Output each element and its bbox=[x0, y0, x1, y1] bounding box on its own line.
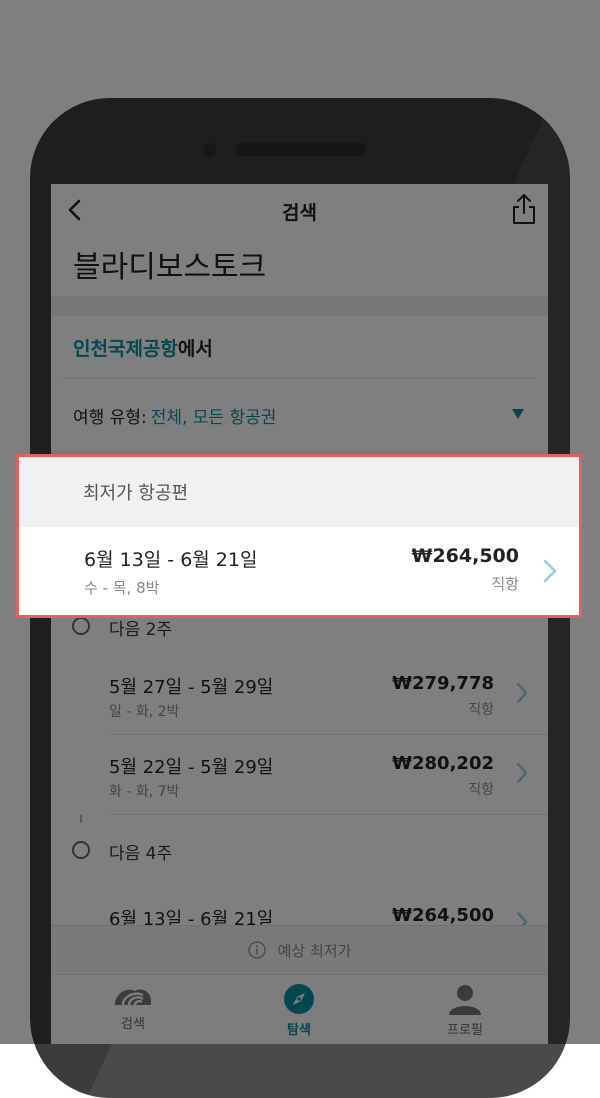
origin-suffix: 에서 bbox=[177, 337, 213, 360]
info-icon[interactable] bbox=[247, 941, 266, 959]
flight-dates: 6월 13일 - 6월 21일 bbox=[84, 549, 258, 571]
tab-label: 검색 bbox=[121, 1017, 145, 1032]
timeline-dot-icon bbox=[72, 841, 90, 859]
group-heading: 다음 4주 bbox=[51, 823, 548, 879]
flight-days: 화 - 화, 7박 bbox=[109, 784, 180, 800]
chevron-right-icon bbox=[543, 559, 557, 583]
flight-dates: 5월 22일 - 5월 29일 bbox=[109, 757, 274, 778]
flight-dates: 5월 27일 - 5월 29일 bbox=[109, 677, 274, 698]
person-icon bbox=[449, 985, 481, 1015]
flight-row[interactable]: 5월 22일 - 5월 29일 화 - 화, 7박 ₩280,202 직항 bbox=[51, 735, 548, 815]
timeline-dot-icon bbox=[72, 617, 90, 635]
flight-price: ₩280,202 bbox=[392, 753, 494, 774]
group-label: 다음 2주 bbox=[109, 620, 173, 640]
compass-icon bbox=[284, 984, 314, 1014]
forecast-bar: 예상 최저가 bbox=[51, 925, 548, 975]
flight-direct: 직항 bbox=[468, 782, 494, 798]
header: 검색 블라디보스토크 bbox=[51, 184, 548, 296]
tab-explore[interactable]: 탐색 bbox=[239, 975, 359, 1038]
page-title: 블라디보스토크 bbox=[73, 250, 267, 285]
tab-search[interactable]: 검색 bbox=[73, 975, 193, 1032]
trip-type-label: 여행 유형: bbox=[73, 407, 147, 428]
tab-bar: 검색 탐색 프로필 bbox=[51, 975, 548, 1044]
flight-days: 일 - 화, 2박 bbox=[109, 704, 180, 720]
nav-title: 검색 bbox=[282, 202, 317, 224]
origin-airport[interactable]: 인천국제공항 bbox=[73, 334, 178, 361]
chevron-right-icon bbox=[516, 762, 528, 784]
flight-price: ₩264,500 bbox=[392, 905, 494, 926]
flight-direct: 직항 bbox=[491, 575, 519, 593]
dropdown-triangle-icon[interactable] bbox=[512, 409, 524, 419]
flight-direct: 직항 bbox=[468, 702, 494, 718]
trip-type-selector[interactable]: 여행 유형: 전체, 모든 항공권 bbox=[63, 379, 536, 451]
trip-type-value[interactable]: 전체, 모든 항공권 bbox=[151, 403, 277, 428]
tab-label: 탐색 bbox=[287, 1023, 311, 1038]
tab-label: 프로필 bbox=[447, 1023, 483, 1038]
cheapest-heading: 최저가 항공편 bbox=[19, 457, 579, 527]
divider bbox=[51, 296, 548, 316]
share-icon[interactable] bbox=[510, 192, 538, 226]
chevron-right-icon bbox=[516, 682, 528, 704]
flight-row[interactable]: 5월 27일 - 5월 29일 일 - 화, 2박 ₩279,778 직항 bbox=[51, 655, 548, 735]
tab-profile[interactable]: 프로필 bbox=[405, 975, 525, 1038]
forecast-label: 예상 최저가 bbox=[277, 941, 352, 960]
speaker-grille bbox=[236, 142, 366, 156]
flight-price: ₩279,778 bbox=[392, 673, 494, 694]
cheapest-flight-row[interactable]: 6월 13일 - 6월 21일 수 - 목, 8박 ₩264,500 직항 bbox=[19, 527, 579, 615]
highlighted-cheapest-flight[interactable]: 최저가 항공편 6월 13일 - 6월 21일 수 - 목, 8박 ₩264,5… bbox=[16, 454, 582, 618]
flight-price: ₩264,500 bbox=[411, 545, 520, 567]
flight-days: 수 - 목, 8박 bbox=[84, 579, 160, 597]
filter-section: 인천국제공항 에서 여행 유형: 전체, 모든 항공권 bbox=[51, 316, 548, 451]
origin-selector[interactable]: 인천국제공항 에서 bbox=[63, 316, 536, 379]
group-label: 다음 4주 bbox=[109, 844, 173, 864]
camera-icon bbox=[203, 143, 216, 156]
skyscanner-logo-icon bbox=[115, 989, 151, 1006]
